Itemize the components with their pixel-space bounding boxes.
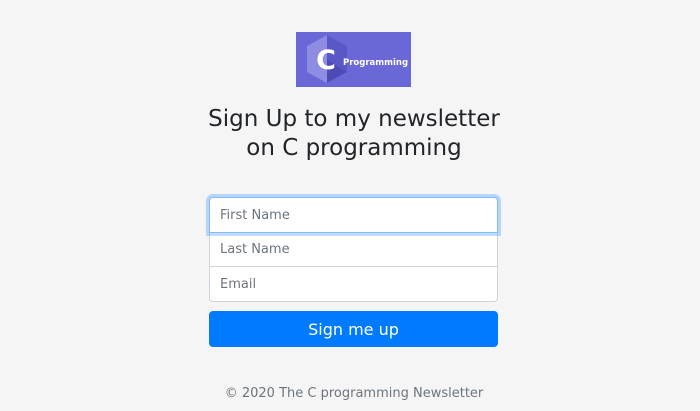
sign-up-button[interactable]: Sign me up [209,311,498,347]
c-programming-logo: C Programming [296,32,411,87]
last-name-input[interactable] [209,233,498,267]
logo-text: Programming [343,58,408,68]
email-input[interactable] [209,267,498,302]
first-name-input[interactable] [209,197,498,233]
c-language-icon: C [316,45,336,76]
footer-copyright: © 2020 The C programming Newsletter [224,386,484,401]
svg-text:C: C [316,45,336,76]
page-title: Sign Up to my newsletter on C programmin… [208,106,500,161]
